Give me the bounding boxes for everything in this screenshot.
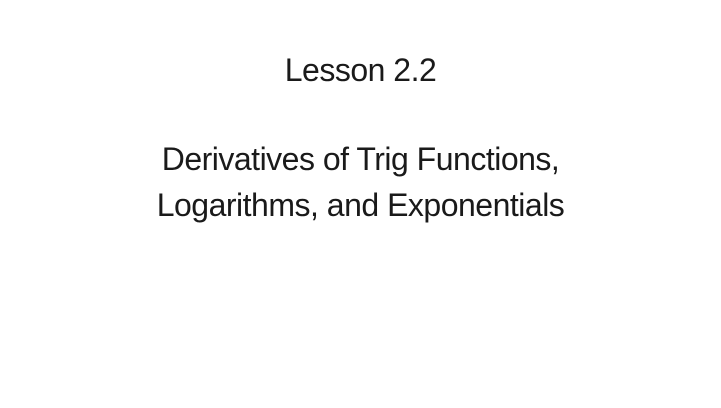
title-spacer [0, 92, 721, 136]
slide: Lesson 2.2 Derivatives of Trig Functions… [0, 0, 721, 408]
lesson-number: Lesson 2.2 [284, 52, 437, 88]
lesson-topic-line-2: Logarithms, and Exponentials [156, 187, 565, 223]
lesson-topic-line-1: Derivatives of Trig Functions, [161, 141, 560, 177]
title-block: Lesson 2.2 Derivatives of Trig Functions… [0, 48, 721, 228]
